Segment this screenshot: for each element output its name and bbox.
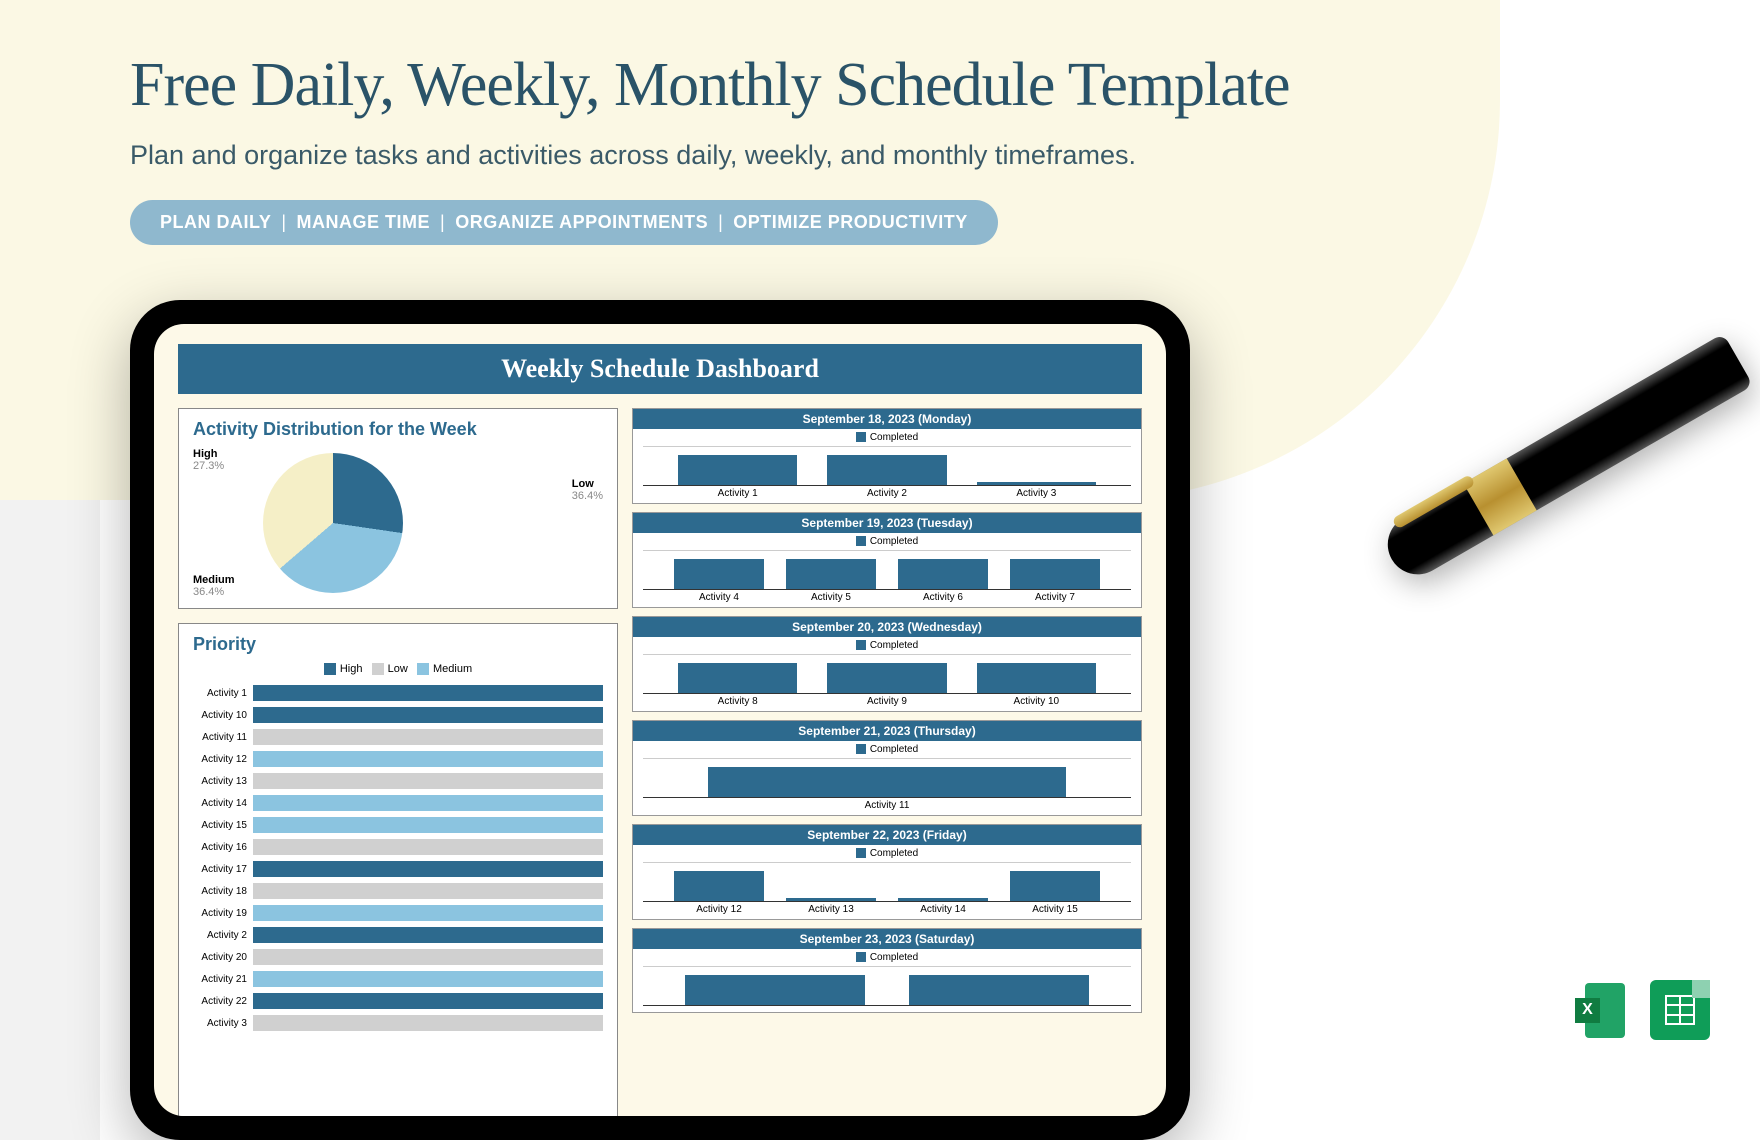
pill-item: ORGANIZE APPOINTMENTS [455,212,708,233]
priority-bar-row: Activity 16 [193,837,603,857]
priority-bar-row: Activity 14 [193,793,603,813]
pill-item: MANAGE TIME [297,212,431,233]
tablet-frame: Weekly Schedule Dashboard Activity Distr… [130,300,1190,1140]
excel-icon[interactable]: X [1570,980,1630,1040]
priority-bar-row: Activity 1 [193,683,603,703]
pill-separator: | [718,212,723,233]
day-chart: September 18, 2023 (Monday)CompletedActi… [632,408,1142,504]
page-title: Free Daily, Weekly, Monthly Schedule Tem… [130,50,1290,121]
priority-bar-row: Activity 13 [193,771,603,791]
priority-bar-row: Activity 12 [193,749,603,769]
priority-legend: High Low Medium [193,663,603,675]
priority-bar-row: Activity 22 [193,991,603,1011]
priority-bars: Activity 1Activity 10Activity 11Activity… [193,683,603,1033]
pill-item: PLAN DAILY [160,212,271,233]
priority-bar-row: Activity 21 [193,969,603,989]
priority-title: Priority [193,634,603,655]
priority-card: Priority High Low Medium Activity 1Activ… [178,623,618,1116]
google-sheets-icon[interactable] [1650,980,1710,1040]
pill-separator: | [281,212,286,233]
pen-decoration [1377,333,1760,706]
tablet-screen: Weekly Schedule Dashboard Activity Distr… [154,324,1166,1116]
priority-bar-row: Activity 10 [193,705,603,725]
pie-label-high: High 27.3% [193,448,224,472]
priority-bar-row: Activity 15 [193,815,603,835]
pie-card: Activity Distribution for the Week High … [178,408,618,609]
pie-label-medium: Medium 36.4% [193,574,235,598]
priority-bar-row: Activity 11 [193,727,603,747]
page-subtitle: Plan and organize tasks and activities a… [130,140,1136,171]
dashboard-title: Weekly Schedule Dashboard [178,344,1142,394]
background-gray [0,500,100,1140]
priority-bar-row: Activity 19 [193,903,603,923]
pie-chart [263,453,403,593]
pie-title: Activity Distribution for the Week [193,419,603,440]
app-icons: X [1570,980,1710,1040]
priority-bar-row: Activity 2 [193,925,603,945]
priority-bar-row: Activity 17 [193,859,603,879]
legend-chip-medium [417,663,429,675]
pill-separator: | [440,212,445,233]
day-chart: September 23, 2023 (Saturday)Completed [632,928,1142,1013]
priority-bar-row: Activity 20 [193,947,603,967]
daily-charts-column: September 18, 2023 (Monday)CompletedActi… [632,408,1142,1116]
day-chart: September 20, 2023 (Wednesday)CompletedA… [632,616,1142,712]
day-chart: September 19, 2023 (Tuesday)CompletedAct… [632,512,1142,608]
pill-item: OPTIMIZE PRODUCTIVITY [733,212,968,233]
pie-label-low: Low 36.4% [572,478,603,502]
priority-bar-row: Activity 3 [193,1013,603,1033]
day-chart: September 22, 2023 (Friday)CompletedActi… [632,824,1142,920]
legend-chip-high [324,663,336,675]
day-chart: September 21, 2023 (Thursday)CompletedAc… [632,720,1142,816]
legend-chip-low [372,663,384,675]
priority-bar-row: Activity 18 [193,881,603,901]
feature-pill: PLAN DAILY | MANAGE TIME | ORGANIZE APPO… [130,200,998,245]
